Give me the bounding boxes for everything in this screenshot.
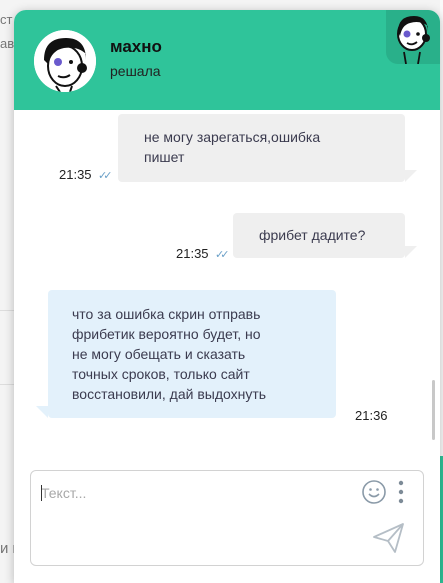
agent-status: решала: [110, 63, 161, 79]
face-avatar-icon: [34, 30, 96, 92]
background-text-fragment: ав: [0, 36, 15, 51]
message-input[interactable]: [41, 481, 341, 505]
background-divider: [0, 310, 14, 311]
background-divider: [0, 384, 14, 385]
message-text-line: точных сроков, только сайт: [72, 366, 250, 382]
chat-widget: махно решала не могу зарегаться,ошибка п…: [14, 10, 440, 583]
widget-toggle-avatar[interactable]: [386, 10, 440, 64]
agent-avatar: [34, 30, 96, 92]
chat-header: махно решала: [14, 10, 440, 110]
message-bubble-outgoing: не могу зарегаться,ошибка пишет: [118, 114, 405, 182]
message-time: 21:36: [355, 408, 388, 423]
message-text-line: не могу зарегаться,ошибка: [144, 129, 321, 145]
message-text-line: пишет: [144, 149, 185, 165]
send-icon: [373, 523, 404, 553]
message-text-line: что за ошибка скрин отправь: [72, 306, 261, 322]
more-options-button[interactable]: [395, 479, 407, 505]
double-check-icon: ✓✓: [98, 170, 113, 182]
emoji-button[interactable]: [361, 479, 387, 505]
face-avatar-icon: [397, 16, 430, 64]
double-check-icon: ✓✓: [215, 249, 230, 261]
message-text-line: восстановили, дай выдохнуть: [72, 386, 267, 402]
agent-name: махно: [110, 37, 162, 56]
bubble-tail: [36, 406, 48, 418]
send-button[interactable]: [371, 521, 407, 555]
text-caret: [41, 485, 42, 501]
message-bubble-outgoing: фрибет дадите?: [233, 213, 405, 258]
bubble-tail: [405, 170, 417, 182]
background-text-fragment: ст: [0, 12, 13, 27]
smiley-icon: [362, 480, 386, 504]
message-text-line: фрибетик вероятно будет, но: [72, 326, 261, 342]
message-list[interactable]: не могу зарегаться,ошибка пишет 21:35 ✓✓…: [14, 110, 440, 465]
message-text-line: фрибет дадите?: [259, 227, 366, 243]
message-composer: [30, 470, 424, 566]
message-time: 21:35: [59, 167, 92, 182]
message-text-line: не могу обещать и сказать: [72, 346, 246, 362]
more-vertical-icon: [398, 480, 404, 504]
message-bubble-incoming: что за ошибка скрин отправь фрибетик вер…: [48, 290, 336, 418]
message-time: 21:35: [176, 246, 209, 261]
bubble-tail: [405, 246, 417, 258]
message-scrollbar[interactable]: [432, 380, 435, 440]
